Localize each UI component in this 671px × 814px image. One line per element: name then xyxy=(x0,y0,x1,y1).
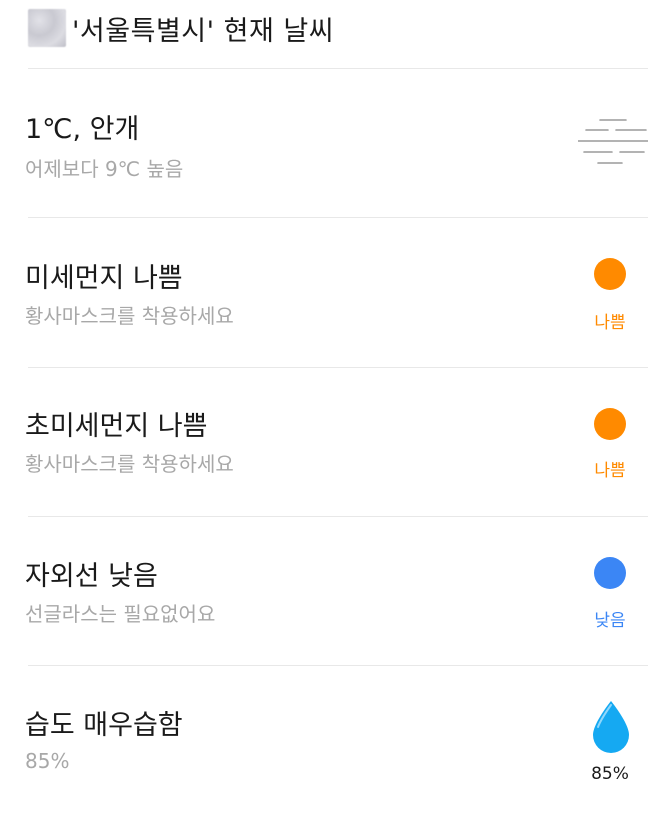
row-title: 자외선 낮음 xyxy=(25,561,158,592)
status-label: 나쁨 xyxy=(594,461,626,481)
row-subtitle: 황사마스크를 착용하세요 xyxy=(25,452,234,476)
weather-row-humidity[interactable]: 습도 매우습함 85% 85% xyxy=(0,666,671,814)
fog-icon xyxy=(578,119,648,164)
weather-row-ultrafine-dust[interactable]: 초미세먼지 나쁨 황사마스크를 착용하세요 나쁨 xyxy=(0,368,671,516)
row-subtitle: 선글라스는 필요없어요 xyxy=(25,602,216,626)
row-subtitle: 어제보다 9℃ 높음 xyxy=(25,157,184,181)
status-label: 나쁨 xyxy=(594,313,626,333)
water-drop-icon xyxy=(593,701,629,753)
row-subtitle: 85% xyxy=(25,749,70,773)
row-title: 1℃, 안개 xyxy=(25,114,140,145)
status-label: 낮음 xyxy=(594,611,626,631)
page-title: '서울특별시' 현재 날씨 xyxy=(72,15,335,47)
humidity-value-label: 85% xyxy=(591,764,629,784)
weather-row-uv[interactable]: 자외선 낮음 선글라스는 필요없어요 낮음 xyxy=(0,517,671,665)
location-thumbnail xyxy=(28,9,66,47)
status-dot xyxy=(594,557,626,589)
weather-header: '서울특별시' 현재 날씨 xyxy=(28,0,648,56)
status-dot xyxy=(594,258,626,290)
status-dot xyxy=(594,408,626,440)
row-title: 미세먼지 나쁨 xyxy=(25,263,183,294)
row-subtitle: 황사마스크를 착용하세요 xyxy=(25,304,234,328)
row-title: 초미세먼지 나쁨 xyxy=(25,411,208,442)
weather-row-temperature[interactable]: 1℃, 안개 어제보다 9℃ 높음 xyxy=(0,69,671,217)
weather-row-fine-dust[interactable]: 미세먼지 나쁨 황사마스크를 착용하세요 나쁨 xyxy=(0,218,671,366)
row-title: 습도 매우습함 xyxy=(25,710,183,741)
